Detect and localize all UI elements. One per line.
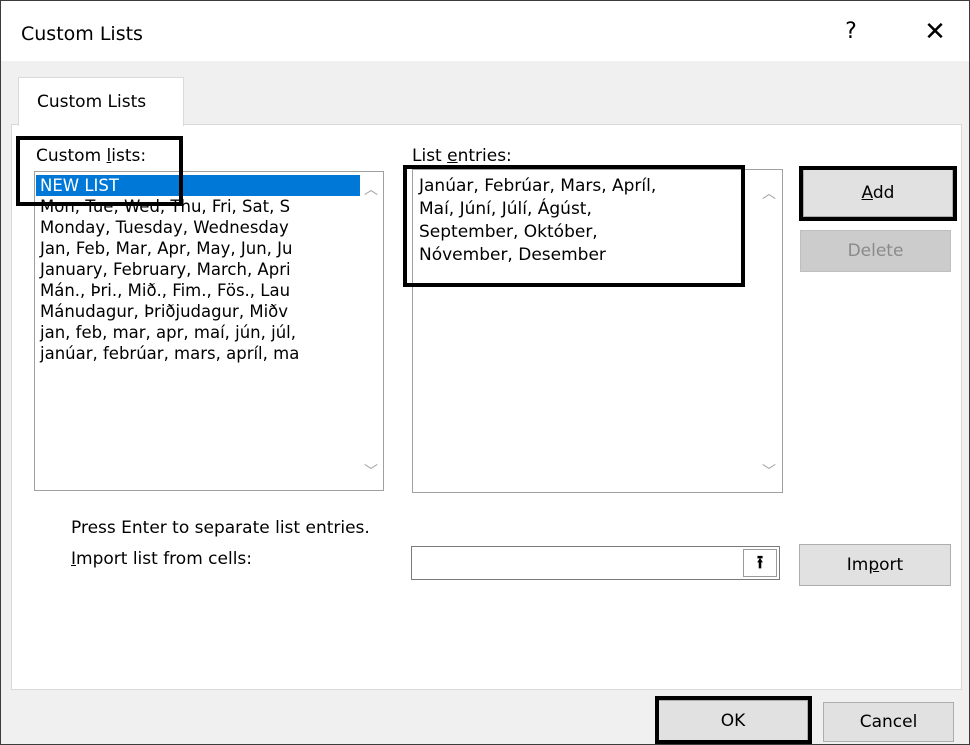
import-list-label-rest: mport list from cells: [76, 549, 253, 569]
add-button-rest: dd [872, 183, 895, 203]
list-entries-label: List entries: [412, 146, 512, 166]
custom-lists-items: NEW LIST Mon, Tue, Wed, Thu, Fri, Sat, SM… [36, 175, 360, 364]
separate-entries-hint: Press Enter to separate list entries. [71, 518, 370, 538]
entries-scroll-down-icon[interactable]: ﹀ [759, 462, 779, 482]
custom-list-item[interactable]: jan, feb, mar, apr, maí, jún, júl, [36, 322, 360, 343]
list-entries-text: Janúar, Febrúar, Mars, Apríl, Maí, Júní,… [419, 176, 657, 265]
help-button[interactable]: ? [831, 15, 871, 49]
tab-label: Custom Lists [37, 92, 147, 112]
custom-list-item[interactable]: Jan, Feb, Mar, Apr, May, Jun, Ju [36, 238, 360, 259]
custom-list-item[interactable]: NEW LIST [36, 175, 360, 196]
import-button-prefix: Im [846, 555, 869, 575]
entries-scroll-up-icon[interactable]: ︿ [759, 184, 779, 204]
title-bar: Custom Lists ? ✕ [1, 1, 969, 61]
custom-lists-dialog: Custom Lists ? ✕ Custom Lists Custom lis… [0, 0, 970, 745]
add-button-accel: A [861, 183, 873, 203]
list-entries-label-accel: e [447, 146, 458, 166]
import-button[interactable]: Import [799, 544, 951, 586]
list-entries-label-suffix: ntries: [457, 146, 512, 166]
custom-lists-label-suffix: ists: [111, 146, 147, 166]
custom-lists-label: Custom lists: [36, 146, 146, 166]
custom-list-item[interactable]: Monday, Tuesday, Wednesday [36, 217, 360, 238]
custom-lists-label-prefix: Custom [36, 146, 107, 166]
list-entries-label-prefix: List [412, 146, 448, 166]
close-button[interactable]: ✕ [915, 15, 955, 49]
custom-list-item[interactable]: janúar, febrúar, mars, apríl, ma [36, 343, 360, 364]
scroll-down-icon[interactable]: ﹀ [361, 462, 381, 482]
tab-custom-lists[interactable]: Custom Lists [18, 77, 184, 126]
import-range-input[interactable]: ⭱ [411, 546, 780, 580]
dialog-title: Custom Lists [21, 23, 143, 45]
delete-button[interactable]: Delete [800, 230, 951, 272]
scroll-up-icon[interactable]: ︿ [361, 180, 381, 200]
import-button-suffix: ort [879, 555, 904, 575]
collapse-dialog-icon[interactable]: ⭱ [743, 549, 777, 577]
import-button-accel: p [868, 555, 880, 575]
add-button[interactable]: Add [803, 169, 953, 217]
import-list-label: Import list from cells: [71, 549, 252, 569]
custom-list-item[interactable]: Mon, Tue, Wed, Thu, Fri, Sat, S [36, 196, 360, 217]
cancel-button[interactable]: Cancel [823, 702, 954, 742]
custom-list-item[interactable]: Mán., Þri., Mið., Fim., Fös., Lau [36, 280, 360, 301]
custom-list-item[interactable]: January, February, March, Apri [36, 259, 360, 280]
custom-lists-listbox[interactable]: NEW LIST Mon, Tue, Wed, Thu, Fri, Sat, SM… [34, 171, 384, 491]
list-entries-textarea[interactable]: Janúar, Febrúar, Mars, Apríl, Maí, Júní,… [412, 169, 783, 493]
custom-list-item[interactable]: Mánudagur, Þriðjudagur, Miðv [36, 301, 360, 322]
ok-button[interactable]: OK [658, 700, 808, 742]
